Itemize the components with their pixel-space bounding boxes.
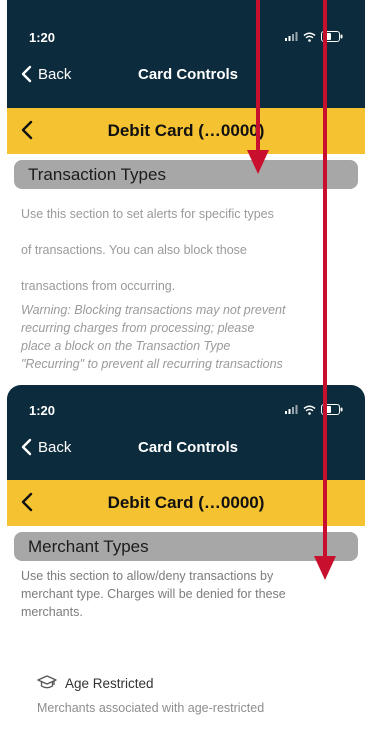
chevron-left-icon bbox=[21, 65, 32, 83]
description-line: Use this section to allow/deny transacti… bbox=[21, 569, 274, 583]
content: Transaction Types Use this section to se… bbox=[7, 160, 365, 372]
wifi-icon bbox=[303, 405, 316, 415]
nav-bar: Back Card Controls bbox=[21, 62, 351, 86]
content: Merchant Types Use this section to allow… bbox=[7, 532, 365, 715]
nav-title: Card Controls bbox=[138, 438, 239, 456]
nav-title: Card Controls bbox=[138, 65, 239, 83]
signal-icon bbox=[285, 32, 298, 41]
warning-line: Warning: Blocking transactions may not p… bbox=[21, 303, 286, 317]
description-text: Use this section to allow/deny transacti… bbox=[7, 567, 365, 621]
section-header-merchant-types: Merchant Types bbox=[14, 532, 358, 561]
description-line: Use this section to set alerts for speci… bbox=[21, 207, 274, 221]
card-bar: Debit Card (…0000) bbox=[7, 108, 365, 154]
status-icons bbox=[285, 31, 343, 42]
merchant-description: Merchants associated with age-restricted bbox=[37, 701, 265, 715]
merchant-item-age-restricted[interactable]: Age Restricted bbox=[37, 675, 365, 691]
bottom-header: 1:20 Back Card Controls bbox=[7, 385, 365, 480]
description-line: of transactions. You can also block thos… bbox=[21, 243, 247, 257]
bottom-screen: 1:20 Back Card Controls Debit Card (…000… bbox=[7, 385, 365, 753]
section-header-transaction-types: Transaction Types bbox=[14, 160, 358, 189]
annotation-arrow-left bbox=[256, 0, 260, 150]
card-bar: Debit Card (…0000) bbox=[7, 480, 365, 526]
back-label: Back bbox=[38, 65, 72, 83]
arrow-head bbox=[247, 150, 269, 174]
merchant-label: Age Restricted bbox=[65, 675, 154, 691]
chevron-left-icon bbox=[21, 438, 32, 456]
graduation-cap-icon bbox=[37, 675, 57, 689]
warning-line: place a block on the Transaction Type bbox=[21, 339, 231, 353]
annotation-arrow-right bbox=[323, 0, 327, 556]
back-button[interactable]: Back bbox=[21, 438, 71, 456]
status-icons bbox=[285, 404, 343, 415]
wifi-icon bbox=[303, 32, 316, 42]
description-line: merchants. bbox=[21, 605, 83, 619]
nav-bar: Back Card Controls bbox=[21, 435, 351, 459]
chevron-left-icon[interactable] bbox=[21, 120, 33, 140]
status-time: 1:20 bbox=[29, 30, 56, 45]
card-title: Debit Card (…0000) bbox=[107, 493, 265, 512]
description-line: merchant type. Charges will be denied fo… bbox=[21, 587, 286, 601]
arrow-head bbox=[314, 556, 336, 580]
back-button[interactable]: Back bbox=[21, 65, 71, 83]
top-screen: 1:20 Back Card Controls Debit Card (…000… bbox=[7, 0, 365, 372]
top-header: 1:20 Back Card Controls bbox=[7, 0, 365, 108]
description-line: transactions from occurring. bbox=[21, 279, 176, 293]
warning-line: "Recurring" to prevent all recurring tra… bbox=[21, 357, 283, 371]
warning-line: recurring charges from processing; pleas… bbox=[21, 321, 255, 335]
warning-text: Warning: Blocking transactions may not p… bbox=[7, 301, 365, 372]
back-label: Back bbox=[38, 438, 72, 456]
status-time: 1:20 bbox=[29, 403, 56, 418]
chevron-left-icon[interactable] bbox=[21, 492, 33, 512]
card-title: Debit Card (…0000) bbox=[107, 121, 265, 140]
signal-icon bbox=[285, 405, 298, 414]
